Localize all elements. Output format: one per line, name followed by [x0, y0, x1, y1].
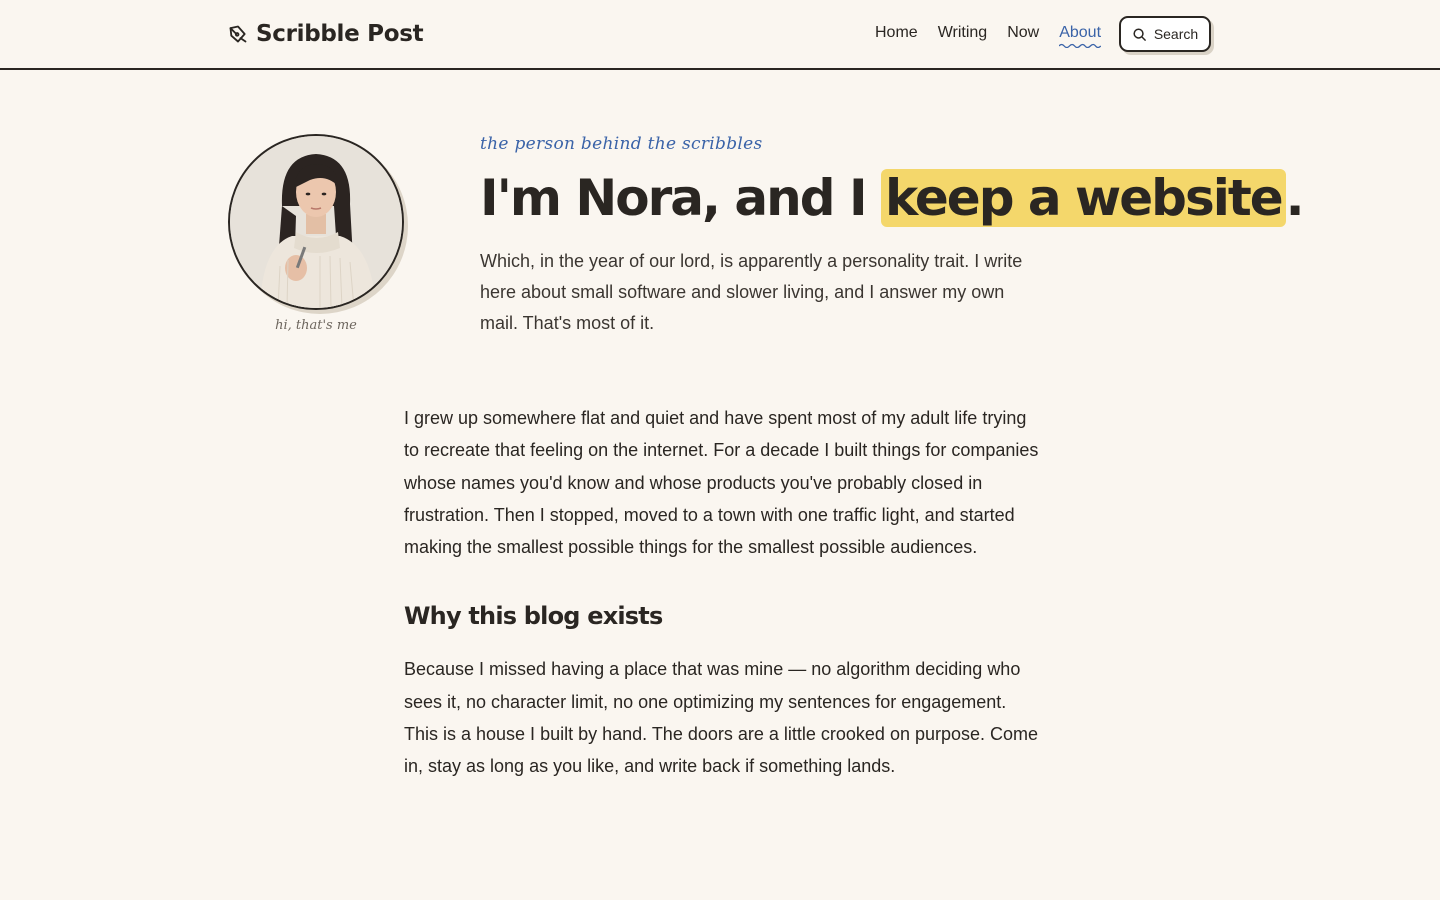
avatar-photo	[228, 134, 404, 310]
hero-title: I'm Nora, and I keep a website.	[480, 166, 1305, 230]
pen-nib-icon	[229, 25, 247, 43]
search-button[interactable]: Search	[1119, 16, 1211, 52]
nav-link-about-label: About	[1059, 24, 1102, 41]
avatar-wrapper	[228, 134, 404, 310]
site-logo[interactable]: Scribble Post	[228, 20, 424, 48]
nav-link-home[interactable]: Home	[875, 24, 918, 42]
section-paragraph: Because I missed having a place that was…	[404, 659, 1039, 777]
site-header: Scribble Post Home Writing Now About Sea…	[0, 0, 1440, 70]
hero-eyebrow: the person behind the scribbles	[480, 134, 763, 154]
hero-title-lead: I'm Nora, and I	[480, 169, 881, 227]
avatar-caption: hi, that's me	[275, 318, 357, 333]
main-nav: Home Writing Now About	[875, 24, 1121, 48]
hero-title-period: .	[1285, 169, 1305, 227]
search-button-label: Search	[1153, 26, 1199, 42]
hero-lede: Which, in the year of our lord, is appar…	[480, 251, 1023, 333]
search-icon	[1133, 27, 1146, 41]
hero-title-highlight: keep a website	[880, 169, 1286, 227]
nav-link-writing[interactable]: Writing	[938, 24, 988, 42]
site-title: Scribble Post	[256, 21, 424, 47]
nav-link-about[interactable]: About	[1059, 24, 1102, 48]
active-underline-squiggle	[1059, 43, 1102, 48]
intro-paragraph: I grew up somewhere flat and quiet and h…	[404, 408, 1039, 558]
about-article: I grew up somewhere flat and quiet and h…	[404, 402, 1040, 783]
section-heading: Why this blog exists	[404, 602, 663, 631]
nav-link-now[interactable]: Now	[1007, 24, 1039, 42]
portrait-illustration	[230, 136, 402, 308]
